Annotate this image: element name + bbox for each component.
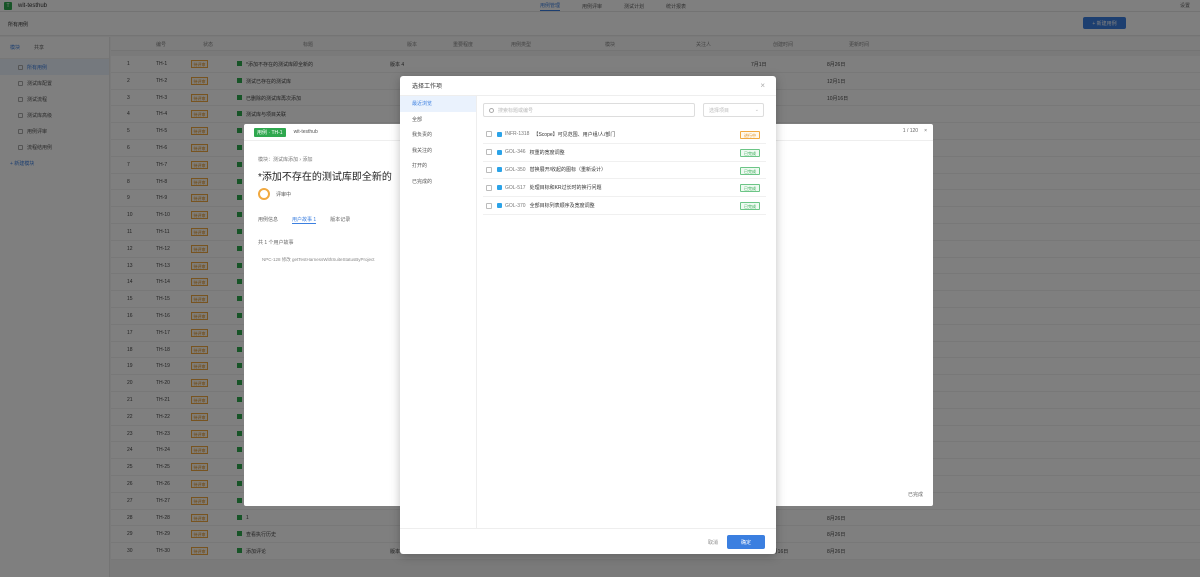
- workitem-row[interactable]: GOL-370 全部目标列表顺序及宽度调整 已完成: [483, 197, 766, 215]
- chevron-down-icon: ⌄: [754, 107, 759, 113]
- select-workitem-dialog: 选择工作项 × 最近浏览 全部 我负责的 我关注的 打开的 已完成的 搜索标题或…: [400, 76, 776, 554]
- status-badge: 进行中: [740, 131, 760, 139]
- search-icon: [489, 107, 494, 113]
- story-item[interactable]: NPC-128 修改 getTestHarnessWithSuiteStatus…: [262, 257, 375, 263]
- status-badge: 已完成: [740, 166, 760, 175]
- checkbox[interactable]: [486, 202, 492, 209]
- status-badge: 已完成: [740, 184, 760, 193]
- workitem-row[interactable]: GOL-350 替换展开/收起的图标（重新设计） 已完成: [483, 162, 766, 180]
- close-icon[interactable]: ×: [924, 128, 927, 134]
- tab-user-stories[interactable]: 用户故事 1: [292, 216, 317, 224]
- status-badge: 已完成: [740, 148, 760, 157]
- nav-watching[interactable]: 我关注的: [400, 143, 476, 159]
- close-icon[interactable]: ×: [760, 81, 765, 90]
- workitem-code: INFR-1318: [505, 131, 530, 138]
- cancel-button[interactable]: 取消: [708, 539, 718, 546]
- workitem-type-icon: [497, 185, 502, 191]
- confirm-button[interactable]: 确定: [727, 535, 765, 549]
- search-placeholder: 搜索标题或编号: [498, 107, 534, 114]
- state-label: 评审中: [276, 191, 292, 198]
- workitem-row[interactable]: GOL-346 权重的宽度调整 已完成: [483, 144, 766, 162]
- workitem-title: 处理目标和KR过长时的换行问题: [529, 185, 602, 192]
- checkbox[interactable]: [486, 149, 492, 156]
- workitem-code: GOL-350: [505, 166, 526, 173]
- case-state[interactable]: 评审中: [258, 188, 291, 200]
- workitem-title: 【Scope】可见范围、用户组/人/部门: [533, 131, 616, 138]
- case-badge: 用例 · TH-1: [254, 127, 286, 137]
- nav-all[interactable]: 全部: [400, 112, 476, 128]
- panel-pager: 1 / 120 ×: [903, 128, 927, 134]
- workitem-type-icon: [497, 203, 502, 209]
- dialog-main: 搜索标题或编号 选择项目 ⌄ INFR-1318 【Scope】可见范围、用户组/…: [477, 96, 776, 528]
- status-badge: 已完成: [740, 202, 760, 211]
- search-input[interactable]: 搜索标题或编号: [483, 103, 695, 117]
- nav-recent[interactable]: 最近浏览: [400, 96, 476, 112]
- state-icon: [258, 188, 270, 200]
- workitem-type-icon: [497, 167, 502, 173]
- story-count: 共 1 个用户故事: [258, 240, 294, 246]
- workitem-code: GOL-517: [505, 184, 526, 191]
- workitem-row[interactable]: INFR-1318 【Scope】可见范围、用户组/人/部门 进行中: [483, 126, 766, 144]
- workitem-title: 权重的宽度调整: [529, 149, 565, 156]
- activity-column: [772, 141, 933, 506]
- breadcrumb[interactable]: 模块：测试库添加 › 添加: [258, 156, 312, 163]
- workitem-type-icon: [497, 131, 502, 137]
- nav-assigned[interactable]: 我负责的: [400, 127, 476, 143]
- workitem-title: 全部目标列表顺序及宽度调整: [529, 203, 595, 210]
- dialog-nav: 最近浏览 全部 我负责的 我关注的 打开的 已完成的: [400, 96, 477, 528]
- tab-case-info[interactable]: 用例信息: [258, 216, 278, 224]
- case-title[interactable]: *添加不存在的测试库即全新的: [258, 168, 392, 183]
- workitem-row[interactable]: GOL-517 处理目标和KR过长时的换行问题 已完成: [483, 179, 766, 198]
- nav-completed[interactable]: 已完成的: [400, 174, 476, 190]
- workitem-type-icon: [497, 149, 502, 155]
- workitem-list: INFR-1318 【Scope】可见范围、用户组/人/部门 进行中 GOL-346 权…: [483, 126, 766, 215]
- dialog-footer: 取消 确定: [400, 528, 776, 554]
- project-select[interactable]: 选择项目 ⌄: [703, 103, 764, 117]
- workitem-code: GOL-346: [505, 149, 526, 156]
- project-placeholder: 选择项目: [709, 107, 730, 114]
- workitem-code: GOL-370: [505, 202, 526, 209]
- checkbox[interactable]: [486, 131, 492, 138]
- checkbox[interactable]: [486, 166, 492, 173]
- checkbox[interactable]: [486, 184, 492, 191]
- panel-project[interactable]: wit-testhub: [294, 129, 318, 135]
- done-button[interactable]: 已完成: [908, 491, 923, 498]
- panel-tabs: 用例信息 用户故事 1 版本记录: [258, 216, 350, 224]
- dialog-title: 选择工作项: [412, 84, 443, 90]
- pager-text: 1 / 120: [902, 128, 919, 134]
- nav-open[interactable]: 打开的: [400, 158, 476, 174]
- dialog-header: 选择工作项: [400, 76, 776, 96]
- tab-versions[interactable]: 版本记录: [330, 216, 350, 224]
- workitem-title: 替换展开/收起的图标（重新设计）: [529, 167, 606, 174]
